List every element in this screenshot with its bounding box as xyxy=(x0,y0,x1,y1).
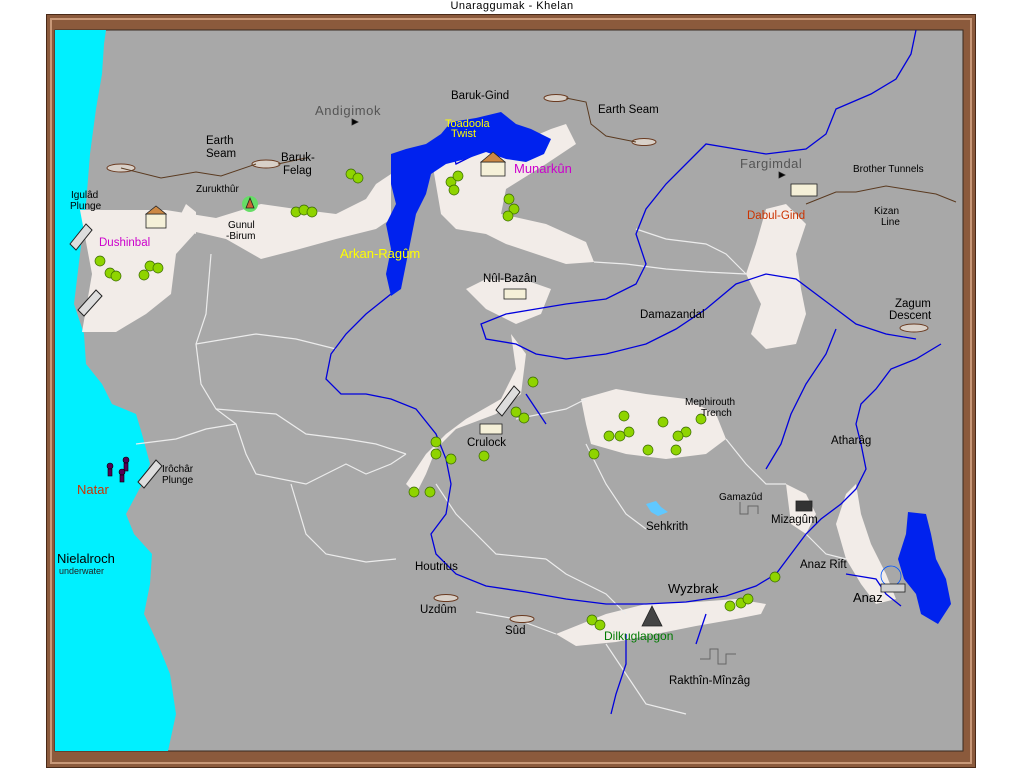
label-crulock: Crulock xyxy=(467,437,506,449)
label-baruk-gind: Baruk-Gind xyxy=(451,90,509,102)
label-kizan-2: Line xyxy=(881,217,900,228)
label-baruk-felag-1: Baruk- xyxy=(281,152,315,164)
label-earth-seam-nw-1: Earth xyxy=(206,135,234,147)
label-gamazud: Gamazûd xyxy=(719,492,762,503)
label-wyzbrak: Wyzbrak xyxy=(668,581,719,596)
label-zagum-1: Zagum xyxy=(895,298,931,310)
label-anaz: Anaz xyxy=(853,590,883,605)
label-dabul-gind: Dabul-Gind xyxy=(747,210,805,222)
label-kizan-1: Kizan xyxy=(874,206,899,217)
label-mephirouth-2: Trench xyxy=(701,408,732,419)
label-mizagum: Mizagûm xyxy=(771,514,818,526)
label-munarkun: Munarkûn xyxy=(514,161,572,176)
label-underwater: underwater xyxy=(59,566,104,576)
label-dilkuglapgon: Dilkuglapgon xyxy=(604,629,673,643)
label-anaz-rift: Anaz Rift xyxy=(800,559,847,571)
label-irochar-1: Irôchâr xyxy=(162,464,194,475)
label-mephirouth-1: Mephirouth xyxy=(685,397,735,408)
label-arkan-ragum: Arkan-Ragûm xyxy=(340,246,420,261)
label-gunul-2: -Birum xyxy=(226,231,255,242)
label-nielalroch: Nielalroch xyxy=(57,551,115,566)
label-irochar-2: Plunge xyxy=(162,475,194,486)
label-atharag: Atharâg xyxy=(831,435,871,447)
label-dushinbal: Dushinbal xyxy=(99,237,150,249)
map-canvas[interactable]: Andigimok Baruk-Gind Earth Seam Toadoola… xyxy=(46,14,976,768)
label-igulad-1: Igulâd xyxy=(71,190,98,201)
label-brother-tunnels: Brother Tunnels xyxy=(853,164,924,175)
label-houtrius: Houtrius xyxy=(415,561,458,573)
label-igulad-2: Plunge xyxy=(70,201,102,212)
label-baruk-felag-2: Felag xyxy=(283,165,312,177)
label-natar: Natar xyxy=(77,482,109,497)
label-sud: Sûd xyxy=(505,625,525,637)
label-rakthin-minzag: Rakthîn-Mînzâg xyxy=(669,675,750,687)
label-damazandal: Damazandal xyxy=(640,309,705,321)
label-toadoola-2: Twist xyxy=(451,128,476,140)
map-title: Unaraggumak - Khelan xyxy=(450,0,574,12)
label-uzdum: Uzdûm xyxy=(420,604,456,616)
label-earth-seam-nw-2: Seam xyxy=(206,148,236,160)
label-zagum-2: Descent xyxy=(889,310,932,322)
label-andigimok: Andigimok xyxy=(315,103,381,118)
label-sehkrith: Sehkrith xyxy=(646,521,688,533)
label-gunul-1: Gunul xyxy=(228,220,255,231)
label-zurukthur: Zurukthûr xyxy=(196,184,239,195)
label-nul-bazan: Nûl-Bazân xyxy=(483,273,537,285)
label-earth-seam-ne: Earth Seam xyxy=(598,104,659,116)
label-fargimdal: Fargimdal xyxy=(740,156,802,171)
